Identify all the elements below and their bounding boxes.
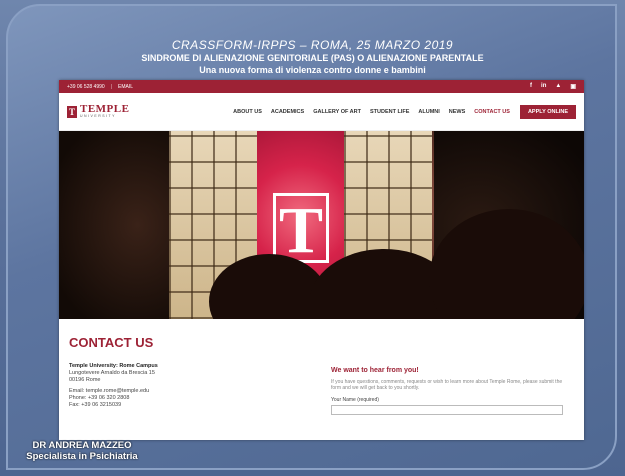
temple-t-emblem: T <box>273 193 329 266</box>
contact-section: CONTACT US Temple University: Rome Campu… <box>59 319 584 439</box>
top-bar: +39 06 528 4990 | EMAIL f in ▲ ▣ <box>59 80 584 93</box>
linkedin-icon[interactable]: in <box>541 83 546 90</box>
apply-online-button[interactable]: APPLY ONLINE <box>519 104 576 119</box>
address-line: Lungotevere Arnaldo da Brescia 15 <box>69 370 155 376</box>
menu-item-news[interactable]: NEWS <box>449 109 466 115</box>
fax-info: Fax: +39 06 3215039 <box>69 402 122 408</box>
menu: ABOUT US ACADEMICS GALLERY OF ART STUDEN… <box>233 109 510 115</box>
author-name: DR ANDREA MAZZEO <box>32 440 132 451</box>
email-link[interactable]: EMAIL <box>118 84 133 90</box>
main-nav: T TEMPLE UNIVERSITY ABOUT US ACADEMICS G… <box>59 93 584 131</box>
form-heading: We want to hear from you! <box>331 367 419 374</box>
contact-form: We want to hear from you! If you have qu… <box>331 367 571 415</box>
author-title: Specialista in Psichiatria <box>26 451 138 462</box>
phone-link[interactable]: +39 06 528 4990 <box>67 84 105 90</box>
address-line: 00196 Rome <box>69 377 101 383</box>
facebook-icon[interactable]: f <box>530 83 532 90</box>
logo-mark: T <box>67 105 77 118</box>
name-label: Your Name (required) <box>331 397 379 403</box>
hero-image: T <box>59 131 584 319</box>
slide-subtitle: SINDROME DI ALIENAZIONE GENITORIALE (PAS… <box>141 53 484 63</box>
website-screenshot: +39 06 528 4990 | EMAIL f in ▲ ▣ T TEMPL… <box>59 80 584 440</box>
social-links: f in ▲ ▣ <box>530 83 576 90</box>
social-icon[interactable]: ▲ <box>555 83 561 90</box>
email-info[interactable]: Email: temple.rome@temple.edu <box>69 388 158 395</box>
contact-title: CONTACT US <box>69 335 154 350</box>
slide-title: CRASSFORM-IRPPS – ROMA, 25 MARZO 2019 <box>171 38 454 52</box>
temple-logo[interactable]: T TEMPLE UNIVERSITY <box>67 104 129 119</box>
divider: | <box>110 83 112 90</box>
name-input[interactable] <box>331 405 563 415</box>
menu-item-gallery[interactable]: GALLERY OF ART <box>313 109 361 115</box>
campus-info: Temple University: Rome Campus Lungoteve… <box>69 363 158 409</box>
campus-name: Temple University: Rome Campus <box>69 363 158 369</box>
menu-item-about[interactable]: ABOUT US <box>233 109 262 115</box>
instagram-icon[interactable]: ▣ <box>570 83 576 90</box>
phone-info: Phone: +39 06 320 2808 <box>69 395 130 401</box>
menu-item-academics[interactable]: ACADEMICS <box>271 109 304 115</box>
logo-subtitle: UNIVERSITY <box>80 114 117 119</box>
menu-item-contact[interactable]: CONTACT US <box>474 109 510 115</box>
author-caption: DR ANDREA MAZZEO Specialista in Psichiat… <box>2 440 162 462</box>
slide-tagline: Una nuova forma di violenza contro donne… <box>199 65 426 75</box>
form-intro: If you have questions, comments, request… <box>331 379 563 391</box>
menu-item-student-life[interactable]: STUDENT LIFE <box>370 109 409 115</box>
menu-item-alumni[interactable]: ALUMNI <box>418 109 439 115</box>
